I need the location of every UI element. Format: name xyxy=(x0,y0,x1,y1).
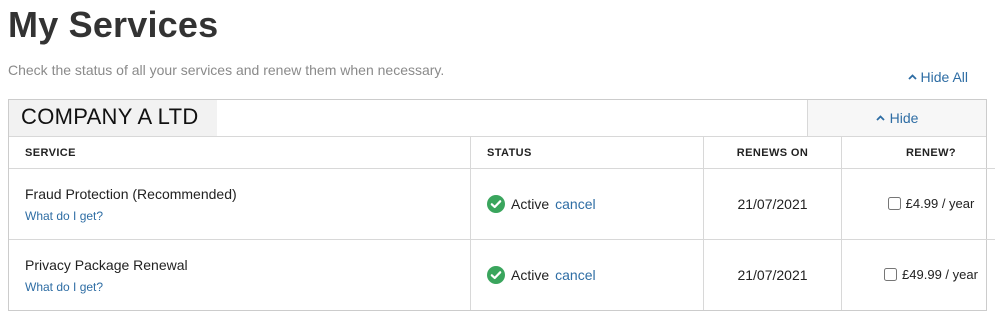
status-cell: Active cancel xyxy=(470,168,704,240)
company-header: COMPANY A LTD Hide xyxy=(9,100,986,137)
table-header-row: SERVICE STATUS RENEWS ON RENEW? xyxy=(9,137,995,169)
what-do-i-get-link[interactable]: What do I get? xyxy=(25,280,103,294)
renew-cell: £49.99 / year xyxy=(841,239,995,310)
service-cell: Privacy Package Renewal What do I get? xyxy=(9,240,471,311)
chevron-up-icon xyxy=(875,115,885,121)
column-header-renew: RENEW? xyxy=(841,137,995,169)
renew-option[interactable]: £4.99 / year xyxy=(887,195,975,211)
renews-on-cell: 21/07/2021 xyxy=(703,239,842,310)
hide-company-button[interactable]: Hide xyxy=(807,100,986,136)
renew-checkbox[interactable] xyxy=(884,267,898,281)
page-title: My Services xyxy=(8,4,219,45)
renew-option[interactable]: £49.99 / year xyxy=(884,267,978,282)
service-name: Fraud Protection (Recommended) xyxy=(25,185,237,202)
company-name: COMPANY A LTD xyxy=(9,100,217,136)
cancel-link[interactable]: cancel xyxy=(555,196,595,212)
renews-on-cell: 21/07/2021 xyxy=(703,168,842,240)
table-row: Fraud Protection (Recommended) What do I… xyxy=(9,168,995,240)
renew-checkbox[interactable] xyxy=(887,196,901,210)
hide-all-link[interactable]: Hide All xyxy=(907,69,968,85)
services-table: SERVICE STATUS RENEWS ON RENEW? Fraud Pr… xyxy=(9,137,995,310)
renew-price: £4.99 / year xyxy=(905,195,975,211)
column-header-service: SERVICE xyxy=(9,137,471,169)
service-name: Privacy Package Renewal xyxy=(25,256,188,273)
column-header-status: STATUS xyxy=(470,137,704,169)
cancel-link[interactable]: cancel xyxy=(555,267,595,283)
what-do-i-get-link[interactable]: What do I get? xyxy=(25,209,103,223)
status-cell: Active cancel xyxy=(470,239,704,310)
status-text: Active xyxy=(511,196,550,212)
column-header-renews-on: RENEWS ON xyxy=(703,137,842,169)
company-name-area: COMPANY A LTD xyxy=(9,100,807,136)
check-circle-icon xyxy=(487,195,505,213)
page-subtitle: Check the status of all your services an… xyxy=(8,62,445,78)
hide-all-label: Hide All xyxy=(920,69,968,85)
table-row: Privacy Package Renewal What do I get? A… xyxy=(9,239,995,311)
company-panel: COMPANY A LTD Hide SERVICE STATUS RENEWS… xyxy=(8,99,995,311)
renew-price: £49.99 / year xyxy=(902,266,978,282)
renew-cell: £4.99 / year xyxy=(841,168,995,240)
check-circle-icon xyxy=(487,266,505,284)
hide-label: Hide xyxy=(889,110,919,126)
chevron-up-icon xyxy=(907,74,917,80)
status-text: Active xyxy=(511,267,550,283)
service-cell: Fraud Protection (Recommended) What do I… xyxy=(9,168,471,240)
